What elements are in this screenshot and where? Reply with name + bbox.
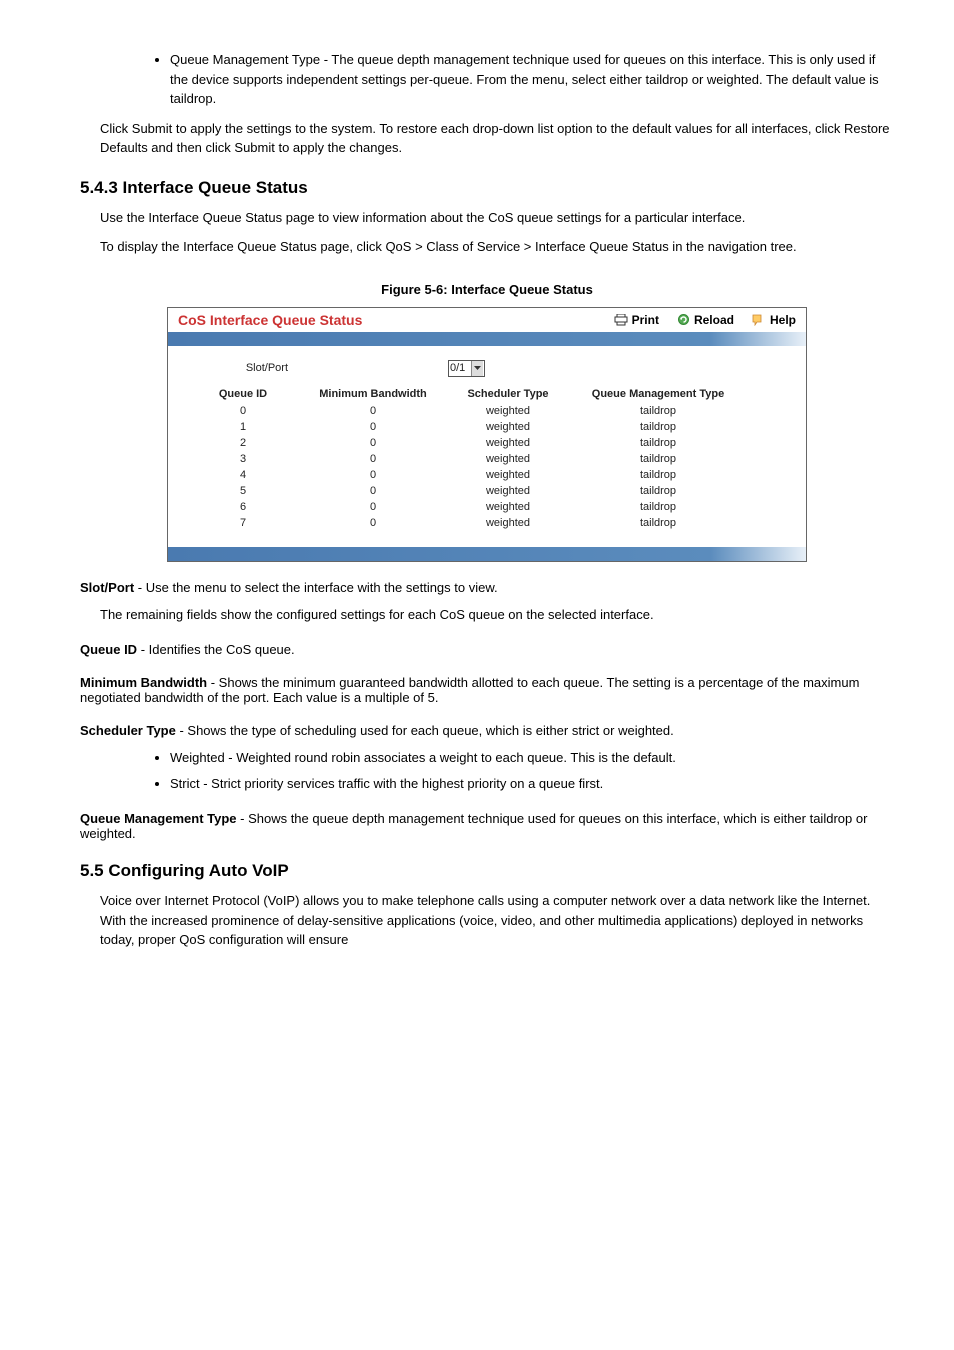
cell-sched: weighted (448, 435, 568, 451)
cell-qmt: taildrop (568, 515, 748, 531)
cell-minbw: 0 (298, 435, 448, 451)
nav-path: To display the Interface Queue Status pa… (100, 237, 894, 257)
queue-table: Queue ID Minimum Bandwidth Scheduler Typ… (188, 385, 786, 531)
header-bar (168, 332, 806, 346)
cell-sched: weighted (448, 403, 568, 419)
config-label: Queue ID (80, 642, 137, 657)
list-item: Queue Management Type - The queue depth … (170, 50, 894, 109)
body-para: The remaining fields show the configured… (100, 605, 894, 625)
config-label: Minimum Bandwidth (80, 675, 207, 690)
help-icon (752, 314, 766, 326)
cell-qid: 6 (188, 499, 298, 515)
cell-minbw: 0 (298, 499, 448, 515)
table-header-row: Queue ID Minimum Bandwidth Scheduler Typ… (188, 385, 786, 403)
config-queue-mgmt-type: Queue Management Type - Shows the queue … (80, 811, 894, 841)
cell-minbw: 0 (298, 403, 448, 419)
cell-qid: 0 (188, 403, 298, 419)
table-row: 30weightedtaildrop (188, 451, 786, 467)
col-header-min-bandwidth: Minimum Bandwidth (298, 385, 448, 403)
action-note: Click Submit to apply the settings to th… (100, 119, 894, 158)
print-button[interactable]: Print (614, 313, 659, 327)
config-label: Queue Management Type (80, 811, 237, 826)
print-icon (614, 314, 628, 326)
section-heading-auto-voip: 5.5 Configuring Auto VoIP (80, 861, 894, 881)
cell-qid: 7 (188, 515, 298, 531)
cell-qmt: taildrop (568, 435, 748, 451)
config-text: - Shows the type of scheduling used for … (176, 723, 674, 738)
table-row: 40weightedtaildrop (188, 467, 786, 483)
config-text: - Identifies the CoS queue. (137, 642, 295, 657)
cell-qmt: taildrop (568, 483, 748, 499)
reload-icon (677, 313, 690, 326)
cell-sched: weighted (448, 419, 568, 435)
reload-label: Reload (694, 313, 734, 327)
cell-qmt: taildrop (568, 467, 748, 483)
col-header-queue-mgmt-type: Queue Management Type (568, 385, 748, 403)
slotport-row: Slot/Port 0/1 (188, 360, 786, 377)
col-header-scheduler-type: Scheduler Type (448, 385, 568, 403)
cell-qmt: taildrop (568, 419, 748, 435)
cell-sched: weighted (448, 499, 568, 515)
reload-button[interactable]: Reload (677, 313, 734, 327)
panel-title: CoS Interface Queue Status (178, 312, 362, 328)
cell-qid: 5 (188, 483, 298, 499)
table-row: 00weightedtaildrop (188, 403, 786, 419)
config-label: Slot/Port (80, 580, 134, 595)
cell-minbw: 0 (298, 419, 448, 435)
col-header-queue-id: Queue ID (188, 385, 298, 403)
table-row: 20weightedtaildrop (188, 435, 786, 451)
cell-qmt: taildrop (568, 451, 748, 467)
bullet-list-intro: Queue Management Type - The queue depth … (170, 50, 894, 109)
cell-qmt: taildrop (568, 403, 748, 419)
config-slotport: Slot/Port - Use the menu to select the i… (80, 580, 894, 595)
body-para: Voice over Internet Protocol (VoIP) allo… (100, 891, 894, 950)
body-para: Use the Interface Queue Status page to v… (100, 208, 894, 228)
panel-content: Slot/Port 0/1 Queue ID Minimum Bandwidth… (168, 346, 806, 547)
cell-minbw: 0 (298, 467, 448, 483)
table-row: 50weightedtaildrop (188, 483, 786, 499)
table-body: 00weightedtaildrop10weightedtaildrop20we… (188, 403, 786, 531)
slotport-select[interactable]: 0/1 (448, 360, 485, 377)
cell-qid: 3 (188, 451, 298, 467)
slotport-label: Slot/Port (188, 362, 298, 374)
chevron-down-icon (471, 361, 483, 376)
cell-sched: weighted (448, 483, 568, 499)
slotport-value: 0/1 (450, 362, 465, 374)
help-button[interactable]: Help (752, 313, 796, 327)
figure-caption: Figure 5-6: Interface Queue Status (80, 282, 894, 297)
config-text: - Use the menu to select the interface w… (134, 580, 497, 595)
cell-qmt: taildrop (568, 499, 748, 515)
help-label: Help (770, 313, 796, 327)
cell-sched: weighted (448, 467, 568, 483)
list-item: Weighted - Weighted round robin associat… (170, 748, 894, 768)
table-row: 10weightedtaildrop (188, 419, 786, 435)
cell-sched: weighted (448, 451, 568, 467)
panel-actions: Print Reload Help (614, 313, 796, 327)
cell-qid: 4 (188, 467, 298, 483)
cell-minbw: 0 (298, 515, 448, 531)
cell-minbw: 0 (298, 483, 448, 499)
table-row: 60weightedtaildrop (188, 499, 786, 515)
config-scheduler-type: Scheduler Type - Shows the type of sched… (80, 723, 894, 738)
config-label: Scheduler Type (80, 723, 176, 738)
scheduler-type-list: Weighted - Weighted round robin associat… (170, 748, 894, 793)
section-heading-interface-queue-status: 5.4.3 Interface Queue Status (80, 178, 894, 198)
cell-minbw: 0 (298, 451, 448, 467)
config-min-bandwidth: Minimum Bandwidth - Shows the minimum gu… (80, 675, 894, 705)
cell-qid: 1 (188, 419, 298, 435)
print-label: Print (632, 313, 659, 327)
footer-bar (168, 547, 806, 561)
list-item: Strict - Strict priority services traffi… (170, 774, 894, 794)
panel-header: CoS Interface Queue Status Print Reload … (168, 308, 806, 332)
cell-qid: 2 (188, 435, 298, 451)
table-row: 70weightedtaildrop (188, 515, 786, 531)
screenshot-panel: CoS Interface Queue Status Print Reload … (167, 307, 807, 562)
config-queue-id: Queue ID - Identifies the CoS queue. (80, 642, 894, 657)
cell-sched: weighted (448, 515, 568, 531)
